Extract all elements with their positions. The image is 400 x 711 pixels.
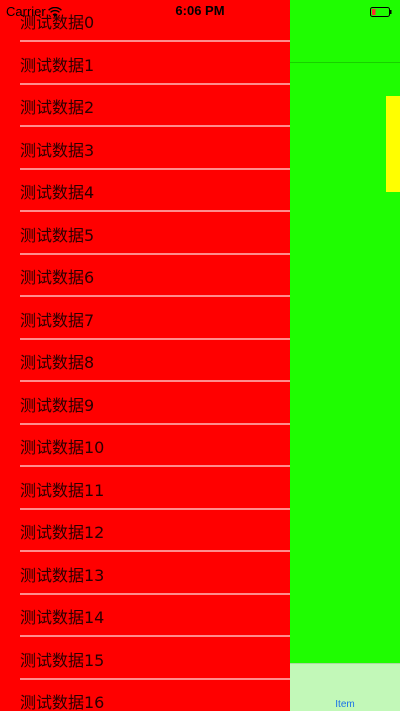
- row-label: 测试数据7: [20, 310, 95, 330]
- tab-bar: Item: [290, 663, 400, 711]
- table-row[interactable]: 测试数据16: [0, 680, 290, 711]
- menu-table: 测试数据0 测试数据1 测试数据2 测试数据3 测试数据4 测试数据5 测试数据…: [0, 0, 290, 711]
- navigation-bar-divider: [290, 62, 400, 63]
- row-label: 测试数据2: [20, 98, 95, 117]
- table-row[interactable]: 测试数据11: [0, 467, 290, 510]
- row-label: 测试数据12: [20, 523, 105, 542]
- status-time: 6:06 PM: [175, 3, 225, 18]
- table-row[interactable]: 测试数据14: [0, 595, 290, 637]
- status-bar: Carrier 6:06 PM: [0, 0, 400, 22]
- row-label: 测试数据15: [20, 650, 105, 670]
- table-row[interactable]: 测试数据15: [0, 637, 290, 680]
- row-label: 测试数据1: [20, 55, 95, 75]
- row-label: 测试数据9: [20, 395, 95, 415]
- table-row[interactable]: 测试数据2: [0, 85, 290, 127]
- table-row[interactable]: 测试数据9: [0, 382, 290, 425]
- row-label: 测试数据10: [20, 438, 105, 457]
- yellow-view: [386, 96, 400, 192]
- table-row[interactable]: 测试数据4: [0, 170, 290, 212]
- table-row[interactable]: 测试数据8: [0, 340, 290, 382]
- row-label: 测试数据5: [20, 225, 95, 245]
- tab-item[interactable]: Item: [290, 699, 400, 710]
- table-row[interactable]: 测试数据13: [0, 552, 290, 595]
- battery-icon: [370, 5, 392, 17]
- table-row[interactable]: 测试数据3: [0, 127, 290, 170]
- app-screen: Item 测试数据0 测试数据1 测试数据2 测试数据3 测试数据4 测试数据5…: [0, 0, 400, 711]
- row-label: 测试数据8: [20, 353, 95, 372]
- table-row[interactable]: 测试数据6: [0, 255, 290, 297]
- row-label: 测试数据16: [20, 693, 105, 711]
- row-label: 测试数据3: [20, 140, 95, 160]
- row-label: 测试数据11: [20, 480, 105, 500]
- row-label: 测试数据4: [20, 183, 95, 202]
- row-label: 测试数据6: [20, 268, 95, 287]
- side-menu: 测试数据0 测试数据1 测试数据2 测试数据3 测试数据4 测试数据5 测试数据…: [0, 0, 290, 711]
- table-row[interactable]: 测试数据12: [0, 510, 290, 552]
- table-row[interactable]: 测试数据1: [0, 42, 290, 85]
- table-row[interactable]: 测试数据7: [0, 297, 290, 340]
- row-label: 测试数据13: [20, 565, 105, 585]
- row-label: 测试数据14: [20, 608, 105, 627]
- table-row[interactable]: 测试数据5: [0, 212, 290, 255]
- table-row[interactable]: 测试数据10: [0, 425, 290, 467]
